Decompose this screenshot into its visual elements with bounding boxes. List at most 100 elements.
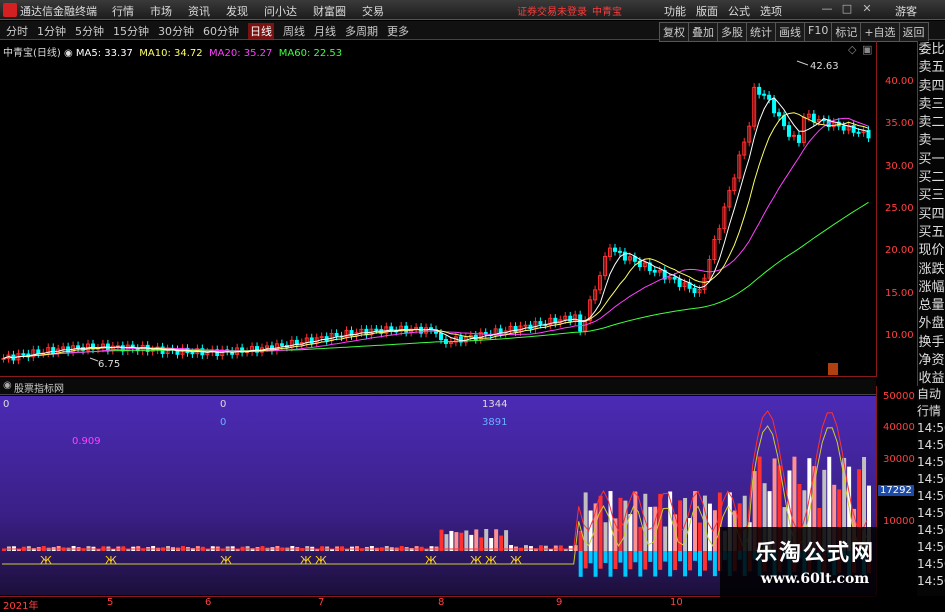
indicator-neg-bar: [633, 551, 638, 563]
tick-time: 14:50: [917, 438, 945, 452]
quote-sell2[interactable]: 卖二: [918, 114, 945, 132]
indicator-bar: [509, 545, 514, 551]
indicator-bar: [558, 545, 563, 551]
menu-discover[interactable]: 发现: [226, 3, 248, 19]
indicator-bar: [698, 522, 702, 551]
candle-body: [762, 93, 767, 96]
quote-sell5[interactable]: 卖五: [918, 59, 945, 77]
menu-market[interactable]: 市场: [150, 3, 172, 19]
indicator-gear-icon[interactable]: ◉: [3, 380, 12, 391]
kline-title: 中青宝(日线) ◉ MA5: 33.37 MA10: 34.72 MA20: 3…: [3, 44, 342, 59]
indicator-bar: [643, 493, 648, 551]
candle-body: [796, 134, 801, 143]
stock-name-top: 中青宝: [592, 7, 622, 18]
guest-label[interactable]: 游客: [895, 3, 917, 19]
menu-trade[interactable]: 交易: [362, 3, 384, 19]
period-tab-5min[interactable]: 5分钟: [75, 23, 104, 39]
period-tab-30min[interactable]: 30分钟: [158, 23, 194, 39]
period-tab-monthly[interactable]: 月线: [314, 23, 336, 39]
multi-stock-button[interactable]: 多股: [717, 22, 747, 42]
indicator-neg-bar: [683, 551, 688, 577]
indicator-neg-bar: [638, 551, 643, 577]
quote-volume[interactable]: 总量: [918, 297, 945, 315]
menu-ask[interactable]: 问小达: [264, 3, 297, 19]
candle-body: [279, 343, 284, 346]
close-icon[interactable]: ✕: [860, 2, 874, 16]
period-tab-15min[interactable]: 15分钟: [113, 23, 149, 39]
tick-hq[interactable]: 行情: [917, 403, 945, 420]
indicator-title[interactable]: 股票指标网: [14, 380, 64, 395]
candle-body: [334, 333, 339, 337]
ind-value-3: 1344: [482, 399, 508, 410]
tick-auto[interactable]: 自动: [917, 386, 945, 403]
menu-layout[interactable]: 版面: [696, 3, 718, 19]
quote-buy4[interactable]: 买四: [918, 206, 945, 224]
indicator-neg-bar: [583, 551, 588, 569]
eye-icon[interactable]: ◉: [64, 48, 76, 59]
quote-buy2[interactable]: 买二: [918, 169, 945, 187]
xtick-7: 7: [318, 597, 325, 608]
candle-body: [76, 345, 81, 349]
diamond-icon[interactable]: ◇: [848, 43, 856, 56]
candle-body: [190, 352, 195, 355]
box-icon[interactable]: ▣: [862, 43, 872, 56]
menu-wealth[interactable]: 财富圈: [313, 3, 346, 19]
candle-body: [767, 94, 772, 100]
add-watchlist-button[interactable]: +自选: [860, 22, 900, 42]
back-button[interactable]: 返回: [898, 22, 929, 42]
quote-sell3[interactable]: 卖三: [918, 96, 945, 114]
kline-chart[interactable]: 42.63 6.75 中青宝(日线) ◉ MA5: 33.37 MA10: 34…: [0, 41, 876, 377]
candle-body: [677, 278, 682, 287]
mark-button[interactable]: 标记: [831, 22, 862, 42]
minimize-icon[interactable]: —: [820, 2, 834, 16]
f10-button[interactable]: F10: [804, 22, 833, 42]
candle-body: [856, 131, 861, 134]
indicator-neg-bar: [668, 551, 673, 577]
ind-ytick-50000: 50000: [883, 391, 915, 402]
menu-function[interactable]: 功能: [664, 3, 686, 19]
period-tab-more[interactable]: 更多: [387, 23, 409, 39]
overlay-button[interactable]: 叠加: [688, 22, 718, 42]
indicator-bar: [459, 532, 464, 551]
quote-weibi[interactable]: 委比: [918, 41, 945, 59]
ind-ytick-40000: 40000: [883, 422, 915, 433]
indicator-neg-bar: [618, 551, 623, 563]
tick-time: 14:50: [917, 421, 945, 435]
quote-buy1[interactable]: 买一: [918, 151, 945, 169]
butterfly-icon: Ж: [470, 554, 482, 567]
fuquan-button[interactable]: 复权: [659, 22, 689, 42]
candle-body: [777, 112, 782, 117]
indicator-bar: [603, 522, 608, 551]
period-tab-weekly[interactable]: 周线: [283, 23, 305, 39]
ind-value-4: 0: [220, 417, 227, 428]
menu-news[interactable]: 资讯: [188, 3, 210, 19]
period-tab-multi[interactable]: 多周期: [345, 23, 378, 39]
login-warning[interactable]: 证券交易未登录: [517, 3, 587, 18]
menu-formula[interactable]: 公式: [728, 3, 750, 19]
quote-pct[interactable]: 涨幅: [918, 279, 945, 297]
quote-sell4[interactable]: 卖四: [918, 78, 945, 96]
quote-netasset[interactable]: 净资: [918, 352, 945, 370]
quote-price[interactable]: 现价: [918, 242, 945, 260]
stats-button[interactable]: 统计: [746, 22, 776, 42]
period-tab-daily[interactable]: 日线: [248, 23, 274, 39]
tick-time: 14:50: [917, 574, 945, 588]
indicator-bar: [494, 529, 499, 551]
menu-options[interactable]: 选项: [760, 3, 782, 19]
candle-body: [692, 287, 697, 294]
maximize-icon[interactable]: □: [840, 2, 854, 16]
quote-turnover[interactable]: 换手: [918, 334, 945, 352]
quote-buy5[interactable]: 买五: [918, 224, 945, 242]
period-tab-fenshi[interactable]: 分时: [6, 23, 28, 39]
candle-body: [617, 250, 622, 253]
candle-body: [374, 328, 379, 331]
quote-change[interactable]: 涨跌: [918, 261, 945, 279]
draw-line-button[interactable]: 画线: [775, 22, 805, 42]
period-tab-60min[interactable]: 60分钟: [203, 23, 239, 39]
quote-outer[interactable]: 外盘: [918, 315, 945, 333]
quote-buy3[interactable]: 买三: [918, 187, 945, 205]
menu-quotes[interactable]: 行情: [112, 3, 134, 19]
period-tab-1min[interactable]: 1分钟: [37, 23, 66, 39]
quote-sell1[interactable]: 卖一: [918, 132, 945, 150]
ytick-25: 25.00: [885, 203, 914, 214]
